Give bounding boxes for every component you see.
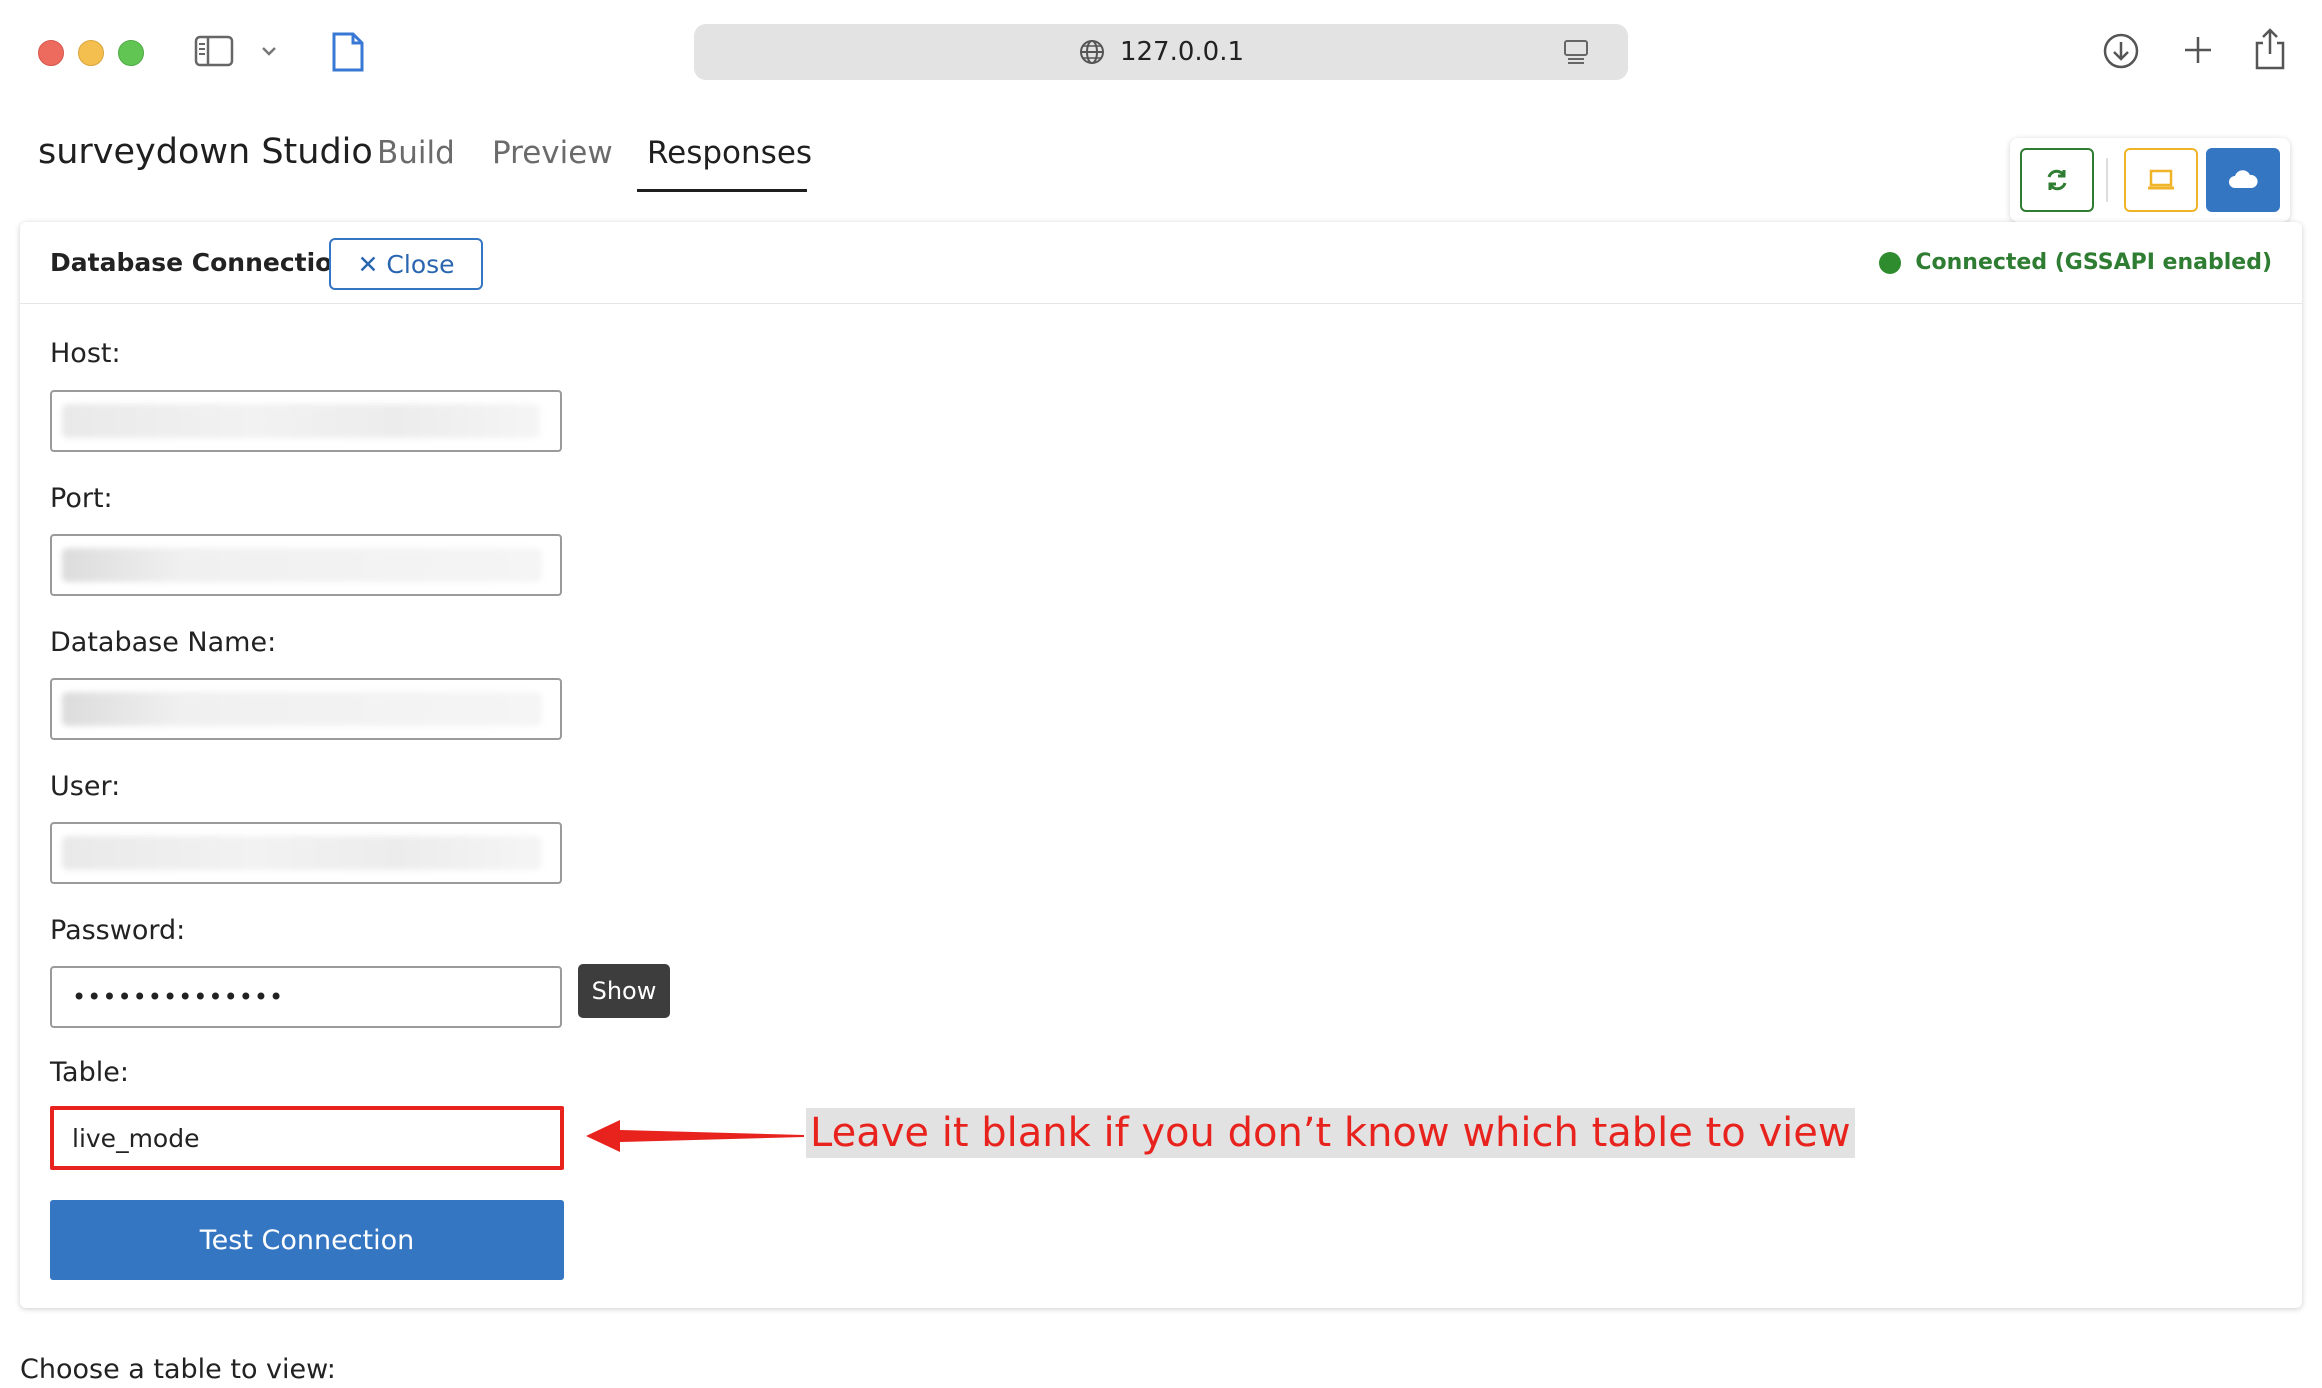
close-button[interactable]: ✕ Close [329, 238, 483, 290]
cloud-icon [2229, 170, 2258, 188]
redacted-host [62, 404, 540, 438]
tab-responses[interactable]: Responses [637, 135, 812, 192]
sidebar-toggle-icon[interactable] [194, 34, 234, 68]
port-input[interactable] [50, 534, 562, 596]
show-password-button[interactable]: Show [578, 964, 670, 1018]
host-input[interactable] [50, 390, 562, 452]
refresh-button[interactable] [2020, 148, 2094, 212]
new-tab-icon[interactable] [2180, 32, 2216, 68]
local-mode-button[interactable] [2124, 148, 2198, 212]
reader-mode-icon[interactable] [1562, 38, 1590, 66]
cloud-mode-button[interactable] [2206, 148, 2280, 212]
user-input[interactable] [50, 822, 562, 884]
annotation-callout: Leave it blank if you don’t know which t… [806, 1108, 1855, 1158]
laptop-icon [2148, 169, 2174, 190]
user-label: User: [50, 771, 121, 802]
panel-title: Database Connection [50, 248, 351, 277]
tab-preview[interactable]: Preview [492, 135, 613, 189]
redacted-database-name [62, 692, 542, 726]
chevron-down-icon[interactable] [258, 40, 280, 62]
globe-icon [1078, 38, 1106, 66]
close-icon: ✕ [357, 249, 379, 279]
close-window-button[interactable] [38, 40, 64, 66]
browser-toolbar: 127.0.0.1 [0, 0, 2322, 108]
refresh-icon [2047, 169, 2067, 191]
mode-toolbar [2010, 138, 2290, 222]
annotation-arrow-icon [586, 1120, 804, 1152]
redacted-user [62, 836, 542, 870]
download-icon[interactable] [2102, 32, 2140, 70]
redacted-port [62, 548, 542, 582]
app-brand: surveydown Studio [38, 132, 373, 172]
database-name-label: Database Name: [50, 627, 277, 658]
close-label: Close [386, 249, 455, 279]
minimize-window-button[interactable] [78, 40, 104, 66]
toolbar-divider [2106, 158, 2108, 202]
password-input[interactable] [50, 966, 562, 1028]
tab-build[interactable]: Build [377, 135, 455, 189]
table-label: Table: [50, 1057, 129, 1088]
table-input[interactable] [50, 1106, 564, 1170]
database-name-input[interactable] [50, 678, 562, 740]
choose-table-label: Choose a table to view: [20, 1354, 336, 1385]
test-connection-button[interactable]: Test Connection [50, 1200, 564, 1280]
database-connection-panel: Database Connection ✕ Close Connected (G… [20, 222, 2302, 1308]
maximize-window-button[interactable] [118, 40, 144, 66]
document-icon [330, 30, 366, 74]
status-text: Connected (GSSAPI enabled) [1915, 250, 2272, 275]
status-dot-icon [1879, 251, 1902, 274]
password-label: Password: [50, 915, 186, 946]
url-text: 127.0.0.1 [1119, 37, 1245, 67]
share-icon[interactable] [2252, 26, 2288, 72]
address-bar[interactable]: 127.0.0.1 [694, 24, 1628, 80]
host-label: Host: [50, 338, 121, 369]
port-label: Port: [50, 483, 113, 514]
panel-header: Database Connection ✕ Close Connected (G… [20, 222, 2302, 304]
connection-status: Connected (GSSAPI enabled) [1879, 250, 2272, 275]
